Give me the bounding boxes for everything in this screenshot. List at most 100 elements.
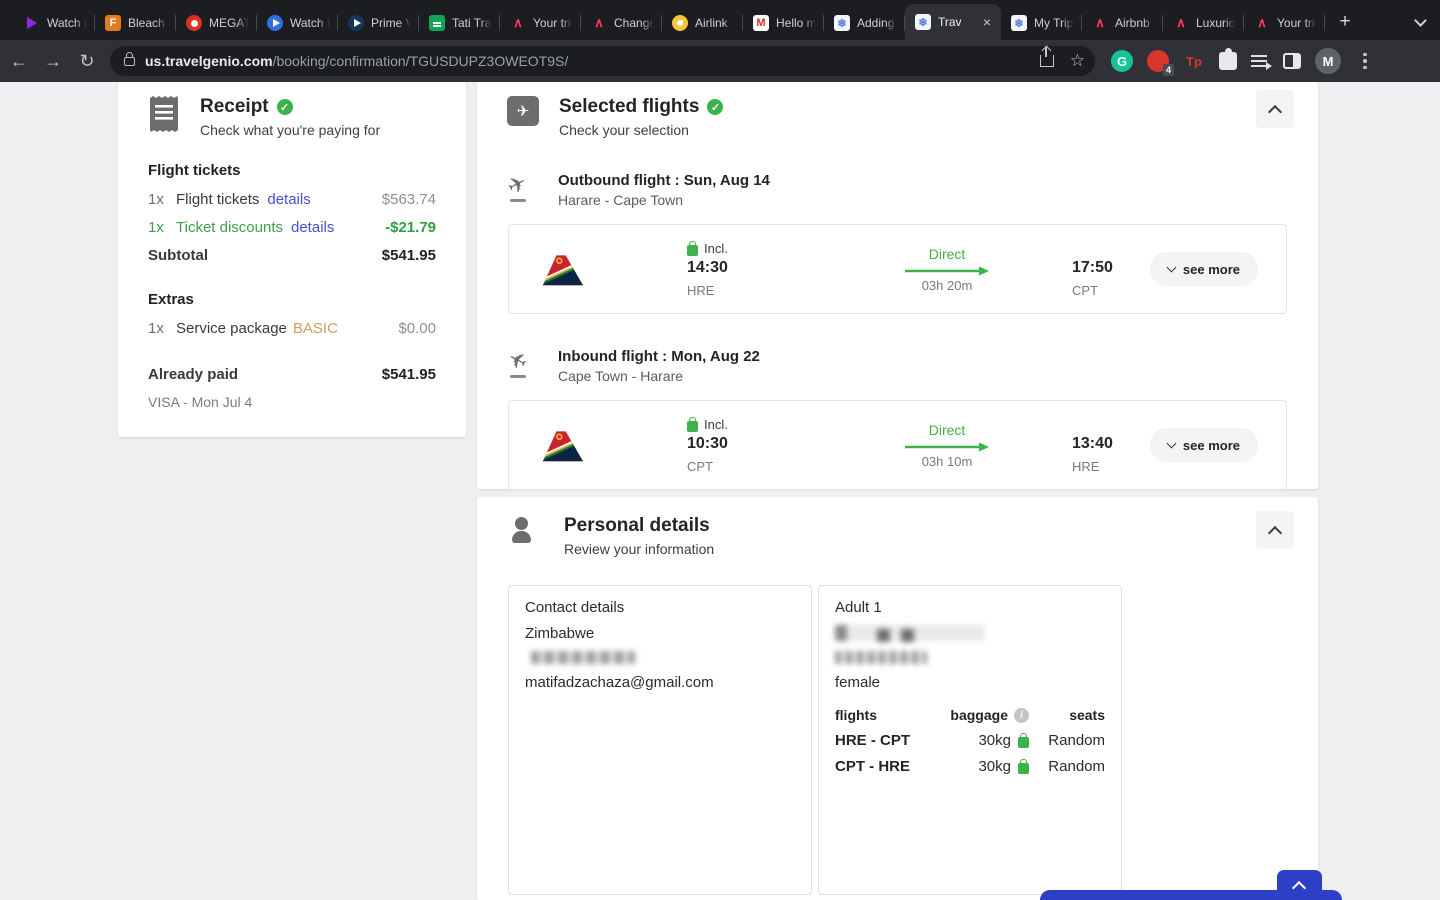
tab-your-trips-1[interactable]: ∧Your tri [500, 6, 581, 40]
media-queue-icon[interactable] [1251, 54, 1269, 68]
forward-button[interactable]: → [38, 46, 68, 76]
receipt-row-ticket-discounts: 1x Ticket discounts details -$21.79 [148, 219, 436, 236]
arrival-time: 13:40 [1072, 435, 1150, 453]
plane-landing-icon: ✈ [508, 348, 536, 376]
subtotal-amount: $541.95 [382, 247, 436, 264]
table-row-flight: HRE - CPT [835, 732, 933, 749]
extensions-row: G 4 Tp M [1111, 48, 1375, 74]
travelpayouts-extension-icon[interactable]: Tp [1183, 50, 1205, 72]
flight-duration: 03h 10m [857, 454, 1037, 469]
collapse-personal-button[interactable] [1256, 511, 1294, 549]
tab-label: Watch B [47, 16, 87, 30]
tab-label: Airlink [695, 16, 735, 30]
tab-my-trips[interactable]: ❄My Trip [1001, 6, 1082, 40]
info-icon[interactable]: i [1014, 708, 1029, 723]
redacted-birthdate [835, 651, 927, 664]
share-icon[interactable] [1040, 55, 1054, 67]
grammarly-extension-icon[interactable]: G [1111, 50, 1133, 72]
baggage-weight: 30kg [978, 758, 1011, 775]
row-qty: 1x [148, 219, 176, 236]
collapse-flights-button[interactable] [1256, 90, 1294, 128]
tab-tati[interactable]: Tati Tra [419, 6, 500, 40]
row-label: Ticket discounts [176, 219, 283, 236]
arrival-code: HRE [1072, 459, 1150, 474]
tab-luxurio[interactable]: ∧Luxurio [1163, 6, 1244, 40]
outbound-leg: ✈ Outbound flight : Sun, Aug 14 Harare -… [477, 172, 1318, 314]
tab-bleach[interactable]: FBleach [95, 6, 176, 40]
tab-watch-1[interactable]: Watch B [14, 6, 95, 40]
travelgenio-icon: ❄ [915, 14, 931, 30]
redacted-name [835, 625, 985, 641]
details-link[interactable]: details [267, 191, 310, 208]
check-circle-icon: ✓ [707, 99, 723, 115]
tab-airlink[interactable]: Airlink [662, 6, 743, 40]
receipt-icon [148, 96, 180, 134]
already-paid-row: Already paid $541.95 [148, 366, 436, 383]
already-paid-label: Already paid [148, 366, 238, 383]
tab-label: Airbnb [1115, 16, 1155, 30]
tab-adding[interactable]: ❄Adding [824, 6, 905, 40]
close-tab-icon[interactable]: × [981, 15, 993, 29]
tab-change[interactable]: ∧ Change [581, 6, 662, 40]
selected-flights-title: Selected flights [559, 96, 699, 118]
bookmark-star-icon[interactable]: ☆ [1070, 51, 1085, 71]
red-dot-icon [186, 15, 202, 31]
row-label: Service package [176, 320, 287, 337]
tab-travelgenio-active[interactable]: ❄ Trav × [905, 4, 1001, 40]
tab-label: Bleach [128, 16, 168, 30]
table-row-flight: CPT - HRE [835, 758, 933, 775]
airbnb-icon: ∧ [591, 15, 607, 31]
see-more-button[interactable]: see more [1150, 252, 1258, 286]
address-bar[interactable]: us.travelgenio.com /booking/confirmation… [110, 46, 1095, 76]
selected-flights-subtitle: Check your selection [559, 122, 723, 138]
tab-label: Change [614, 16, 654, 30]
side-panel-icon[interactable] [1283, 53, 1301, 69]
tab-overflow-chevron-icon[interactable] [1414, 14, 1426, 26]
adult-heading: Adult 1 [835, 599, 1105, 616]
tab-label: Adding [857, 16, 897, 30]
extensions-puzzle-icon[interactable] [1219, 52, 1237, 70]
receipt-row-flight-tickets: 1x Flight tickets details $563.74 [148, 191, 436, 208]
tab-airbnb[interactable]: ∧Airbnb [1082, 6, 1163, 40]
airline-logo-saa [541, 251, 583, 287]
stops-label: Direct [857, 246, 1037, 262]
tab-label: Tati Tra [452, 16, 492, 30]
tab-label: Trav [938, 15, 974, 29]
airline-logo-saa [541, 427, 583, 463]
outbound-flight-row: Incl. 14:30 HRE Direct 03h 20m 17:50 CPT… [508, 224, 1287, 314]
details-link[interactable]: details [291, 219, 334, 236]
tab-label: Your tri [533, 16, 573, 30]
tab-megat[interactable]: MEGAT [176, 6, 257, 40]
incl-label: Incl. [704, 241, 728, 256]
new-tab-button[interactable]: + [1331, 8, 1359, 36]
departure-code: CPT [687, 459, 857, 474]
departure-time: 14:30 [687, 259, 857, 277]
baggage-bag-icon [1018, 763, 1029, 774]
browser-menu-icon[interactable] [1355, 53, 1375, 70]
departure-time: 10:30 [687, 435, 857, 453]
tab-gmail[interactable]: MHello m [743, 6, 824, 40]
basic-badge: BASIC [293, 320, 338, 337]
chevron-down-icon [1166, 263, 1176, 273]
tab-label: Your tri [1277, 16, 1317, 30]
profile-avatar[interactable]: M [1315, 48, 1341, 74]
back-button[interactable]: ← [4, 46, 34, 76]
extras-header: Extras [148, 291, 436, 308]
tab-prime[interactable]: Prime V [338, 6, 419, 40]
flight-arrow-icon [905, 442, 989, 452]
see-more-button[interactable]: see more [1150, 428, 1258, 462]
tab-your-trips-2[interactable]: ∧Your tri [1244, 6, 1325, 40]
tab-watch-2[interactable]: Watch L [257, 6, 338, 40]
incl-label: Incl. [704, 417, 728, 432]
flight-duration: 03h 20m [857, 278, 1037, 293]
bird-icon [672, 15, 688, 31]
url-path: /booking/confirmation/TGUSDUPZ3OWEOT9S/ [273, 53, 569, 69]
inbound-flight-row: Incl. 10:30 CPT Direct 03h 10m 13:40 HRE… [508, 400, 1287, 490]
scroll-to-top-button[interactable] [1277, 870, 1322, 900]
reload-button[interactable]: ↻ [72, 46, 102, 76]
red-extension-icon[interactable]: 4 [1147, 50, 1169, 72]
receipt-card: Receipt✓ Check what you're paying for Fl… [118, 82, 466, 437]
selected-flights-card: ✈ Selected flights ✓ Check your selection… [477, 82, 1318, 489]
plane-takeoff-icon: ✈ [508, 172, 536, 200]
person-icon [512, 515, 544, 545]
